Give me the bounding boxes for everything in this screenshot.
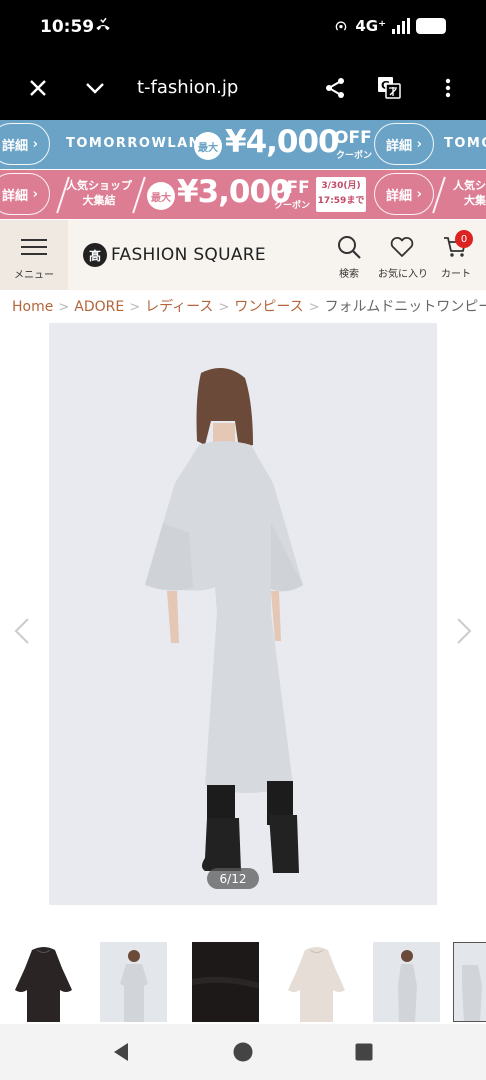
- banner-detail-button[interactable]: 詳細 ›: [0, 123, 50, 165]
- menu-label: メニュー: [14, 270, 54, 281]
- thumbnail-strip: [0, 940, 486, 1024]
- breadcrumb-onepiece[interactable]: ワンピース: [234, 299, 303, 315]
- breadcrumb-separator: >: [129, 300, 141, 315]
- status-time: 10:59: [40, 17, 95, 37]
- breadcrumb-current: フォルムドニットワンピース: [324, 299, 486, 315]
- network-type: 4G⁺: [355, 17, 386, 35]
- thumb-black-dress: [15, 947, 72, 1022]
- url-text[interactable]: t-fashion.jp: [137, 77, 238, 98]
- menu-button[interactable]: メニュー: [0, 220, 68, 290]
- chevron-down-icon[interactable]: [83, 76, 107, 100]
- model-photo: [49, 323, 437, 905]
- product-image[interactable]: [49, 323, 437, 905]
- banner-detail-button-2[interactable]: 詳細 ›: [374, 123, 434, 165]
- breadcrumb-separator: >: [218, 300, 230, 315]
- logo-text[interactable]: FASHION SQUARE: [111, 245, 266, 265]
- system-nav-bar: [0, 1024, 486, 1080]
- banner-detail-button-2[interactable]: 詳細 ›: [374, 173, 434, 215]
- shop-text: 人気ショップ 大集結: [64, 178, 134, 208]
- shop-line-2: 大集: [464, 194, 486, 207]
- thumbnail-2[interactable]: [100, 942, 167, 1022]
- logo-mark[interactable]: 髙: [83, 243, 107, 267]
- detail-label: 詳細: [386, 138, 413, 154]
- thumb-beige-dress: [288, 947, 345, 1022]
- close-icon[interactable]: [26, 76, 50, 100]
- translate-icon[interactable]: G: [377, 76, 401, 100]
- brand-name-cut: TOMO: [444, 136, 486, 151]
- more-vert-icon[interactable]: [436, 76, 460, 100]
- breadcrumb-separator: >: [308, 300, 320, 315]
- off-label: OFF: [334, 128, 372, 148]
- breadcrumb-ladies[interactable]: レディース: [145, 299, 213, 315]
- favorites-label[interactable]: お気に入り: [373, 265, 433, 280]
- coupon-label: クーポン: [274, 201, 311, 211]
- off-label: OFF: [272, 178, 310, 198]
- hotspot-icon: [336, 21, 347, 31]
- detail-label: 詳細: [2, 188, 29, 204]
- thumb-model-side: [398, 950, 417, 1022]
- cart-count-badge: 0: [455, 230, 473, 248]
- thumbnail-4[interactable]: [283, 942, 350, 1022]
- prev-image-arrow[interactable]: [12, 617, 32, 645]
- banner-detail-button[interactable]: 詳細 ›: [0, 173, 50, 215]
- image-counter: 6/12: [207, 868, 259, 889]
- heart-icon[interactable]: [389, 234, 415, 260]
- shop-line-2: 大集結: [82, 194, 116, 207]
- cart-label[interactable]: カート: [436, 265, 476, 280]
- thumb-model-back: [462, 965, 482, 1021]
- thumbnail-5[interactable]: [373, 942, 440, 1022]
- search-label[interactable]: 検索: [330, 265, 368, 280]
- home-icon[interactable]: [232, 1041, 254, 1063]
- status-indicators: 4G⁺: [333, 17, 446, 35]
- discount-amount: ¥4,000: [225, 124, 340, 160]
- promo-banner-popular-shops[interactable]: 詳細 › 人気ショップ 大集結 最大 ¥3,000 OFF クーポン 3/30(…: [0, 170, 486, 219]
- search-icon[interactable]: [336, 234, 362, 260]
- shop-line-1: 人気ショップ: [66, 179, 132, 192]
- thumbnail-1[interactable]: [10, 942, 77, 1022]
- status-bar: 10:59 4G⁺: [0, 0, 486, 56]
- breadcrumb: Home > ADORE > レディース > ワンピース > フォルムドニットワンピース: [0, 290, 486, 320]
- share-icon[interactable]: [323, 76, 347, 100]
- thumbnail-3[interactable]: [192, 942, 259, 1022]
- shop-text-cut: 人気ショ 大集: [440, 178, 486, 208]
- signal-icon: [392, 18, 410, 34]
- breadcrumb-home[interactable]: Home: [12, 299, 53, 315]
- slash-divider: [132, 176, 146, 214]
- hamburger-icon: [21, 239, 47, 255]
- deadline-date: 3/30(月): [321, 181, 361, 191]
- max-label: 最大: [147, 182, 175, 210]
- recents-icon[interactable]: [353, 1041, 375, 1063]
- battery-icon: [416, 18, 446, 34]
- breadcrumb-brand[interactable]: ADORE: [74, 299, 124, 315]
- coupon-label: クーポン: [336, 151, 373, 161]
- thumb-model-front: [120, 950, 148, 1022]
- shop-line-1: 人気ショ: [453, 179, 486, 192]
- max-label: 最大: [194, 132, 222, 160]
- thumb-fabric-closeup: [192, 942, 259, 1022]
- detail-label: 詳細: [386, 188, 413, 204]
- browser-toolbar: t-fashion.jp G: [0, 56, 486, 120]
- next-image-arrow[interactable]: [454, 617, 474, 645]
- back-icon[interactable]: [110, 1041, 132, 1063]
- deadline-box: 3/30(月) 17:59まで: [316, 177, 366, 212]
- thumbnail-6-selected[interactable]: [453, 942, 486, 1022]
- breadcrumb-separator: >: [58, 300, 70, 315]
- detail-label: 詳細: [2, 138, 29, 154]
- brand-name: TOMORROWLAND: [66, 136, 214, 151]
- missed-call-icon: [96, 17, 110, 31]
- promo-banner-tomorrowland[interactable]: 詳細 › TOMORROWLAND 最大 ¥4,000 OFF クーポン 詳細 …: [0, 120, 486, 169]
- deadline-time: 17:59まで: [317, 196, 365, 206]
